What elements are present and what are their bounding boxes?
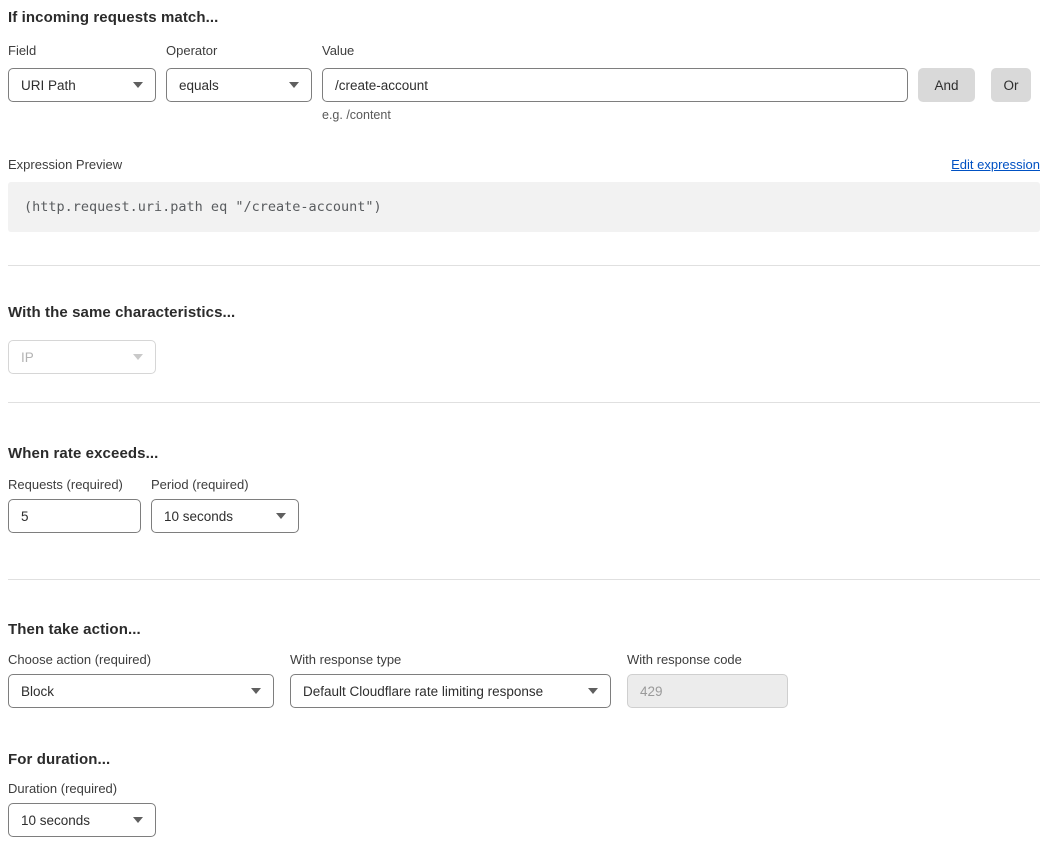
operator-column: Operator equals (166, 43, 312, 102)
requests-column: Requests (required) (8, 477, 141, 533)
response-code-input (627, 674, 788, 708)
edit-expression-link[interactable]: Edit expression (951, 157, 1040, 172)
response-type-dropdown[interactable]: Default Cloudflare rate limiting respons… (290, 674, 611, 708)
characteristic-dropdown: IP (8, 340, 156, 374)
response-code-label: With response code (627, 652, 788, 667)
section-divider (8, 402, 1040, 403)
action-dropdown-value: Block (21, 684, 54, 699)
match-expression-row: Field URI Path Operator equals Value e.g… (8, 43, 1040, 122)
match-section-title: If incoming requests match... (8, 8, 1040, 27)
chevron-down-icon (588, 688, 598, 694)
field-dropdown-value: URI Path (21, 78, 76, 93)
expression-preview-header: Expression Preview Edit expression (8, 157, 1040, 172)
value-column: Value e.g. /content (322, 43, 908, 122)
action-row: Choose action (required) Block With resp… (8, 652, 1040, 708)
chevron-down-icon (276, 513, 286, 519)
field-column: Field URI Path (8, 43, 156, 102)
characteristic-dropdown-value: IP (21, 350, 34, 365)
duration-dropdown-value: 10 seconds (21, 813, 90, 828)
field-label: Field (8, 43, 156, 58)
chevron-down-icon (289, 82, 299, 88)
chevron-down-icon (133, 354, 143, 360)
response-type-column: With response type Default Cloudflare ra… (290, 652, 611, 708)
field-dropdown[interactable]: URI Path (8, 68, 156, 102)
requests-input[interactable] (8, 499, 141, 533)
action-section-title: Then take action... (8, 620, 1040, 639)
duration-dropdown[interactable]: 10 seconds (8, 803, 156, 837)
duration-section-title: For duration... (8, 750, 1040, 769)
expression-preview-code: (http.request.uri.path eq "/create-accou… (24, 199, 382, 215)
operator-dropdown[interactable]: equals (166, 68, 312, 102)
response-type-label: With response type (290, 652, 611, 667)
expression-preview-box: (http.request.uri.path eq "/create-accou… (8, 182, 1040, 232)
action-column: Choose action (required) Block (8, 652, 274, 708)
rate-limiting-rule-form: If incoming requests match... Field URI … (0, 0, 1048, 837)
value-label: Value (322, 43, 908, 58)
rate-row: Requests (required) Period (required) 10… (8, 477, 1040, 533)
chevron-down-icon (133, 817, 143, 823)
period-dropdown[interactable]: 10 seconds (151, 499, 299, 533)
chevron-down-icon (251, 688, 261, 694)
response-code-column: With response code (627, 652, 788, 708)
period-label: Period (required) (151, 477, 299, 492)
operator-label: Operator (166, 43, 312, 58)
value-hint: e.g. /content (322, 108, 908, 122)
chevron-down-icon (133, 82, 143, 88)
rate-section-title: When rate exceeds... (8, 444, 1040, 463)
response-type-dropdown-value: Default Cloudflare rate limiting respons… (303, 684, 543, 699)
action-dropdown[interactable]: Block (8, 674, 274, 708)
operator-dropdown-value: equals (179, 78, 219, 93)
period-column: Period (required) 10 seconds (151, 477, 299, 533)
or-button[interactable]: Or (991, 68, 1031, 102)
characteristics-section-title: With the same characteristics... (8, 303, 1040, 322)
section-divider (8, 265, 1040, 266)
duration-label: Duration (required) (8, 781, 1040, 796)
and-button[interactable]: And (918, 68, 975, 102)
section-divider (8, 579, 1040, 580)
period-dropdown-value: 10 seconds (164, 509, 233, 524)
value-input[interactable] (322, 68, 908, 102)
requests-label: Requests (required) (8, 477, 141, 492)
expression-preview-label: Expression Preview (8, 157, 122, 172)
action-label: Choose action (required) (8, 652, 274, 667)
